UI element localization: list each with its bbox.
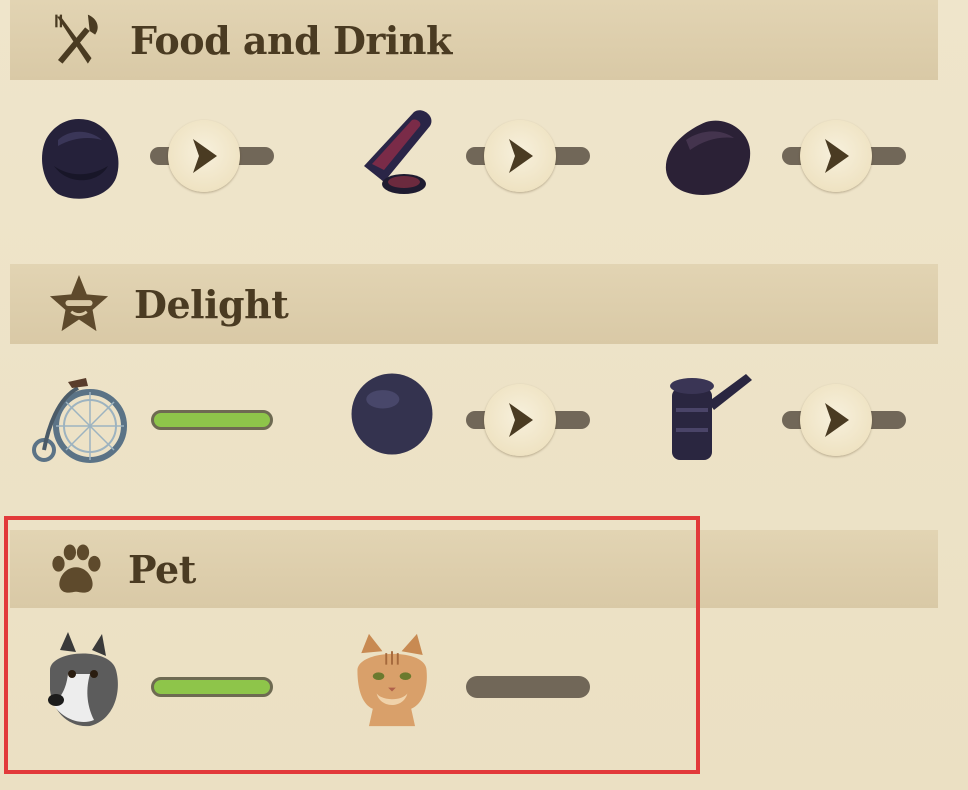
coffee-grinder-item[interactable] [656, 368, 760, 468]
play-icon [193, 139, 217, 173]
penny-farthing-bicycle-item[interactable] [26, 368, 130, 468]
delight-item-3-play-button[interactable] [800, 384, 872, 456]
bottle-and-bowl-item[interactable] [344, 104, 444, 204]
food-item-3-play-button[interactable] [800, 120, 872, 192]
play-icon [825, 139, 849, 173]
play-icon [825, 403, 849, 437]
fork-knife-icon [55, 14, 98, 64]
delight-item-2-play-button[interactable] [484, 384, 556, 456]
dark-ball-item[interactable] [346, 368, 438, 460]
unlock-panel: Food and Drink Delight Pet [0, 0, 968, 790]
food-and-drink-header: Food and Drink [10, 0, 938, 80]
section-title-delight: Delight [134, 281, 289, 327]
dark-food-bag-item[interactable] [28, 106, 128, 206]
pet-section-highlight [4, 516, 700, 774]
delight-bar-1-fill [151, 410, 273, 430]
play-icon [509, 403, 533, 437]
play-icon [509, 139, 533, 173]
section-title-food: Food and Drink [130, 17, 452, 63]
dark-chunk-item[interactable] [656, 108, 756, 208]
food-item-1-play-button[interactable] [168, 120, 240, 192]
delight-header: Delight [10, 264, 938, 344]
star-face-icon [49, 274, 109, 332]
food-item-2-play-button[interactable] [484, 120, 556, 192]
